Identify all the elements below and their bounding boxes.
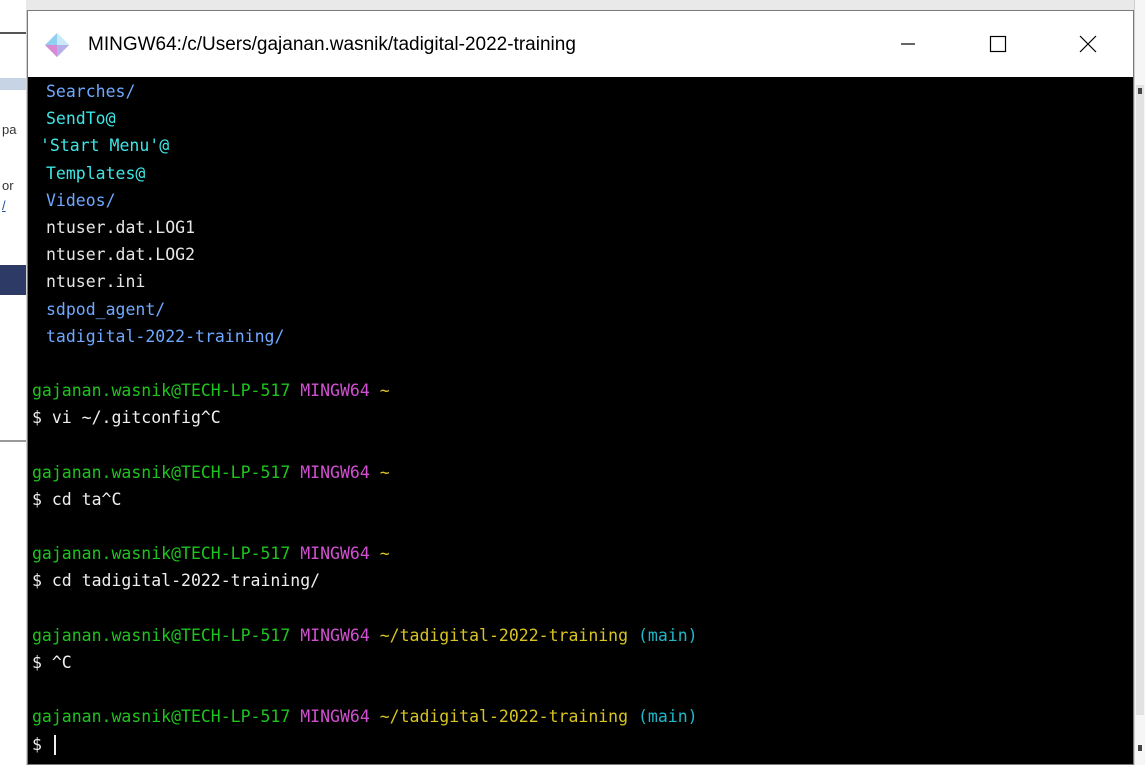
- listing-entry: ntuser.dat.LOG1: [32, 214, 1133, 241]
- text-cursor: [53, 735, 56, 755]
- background-window-left: pa or /: [0, 0, 27, 765]
- prompt-path: ~: [379, 381, 390, 401]
- prompt-line: gajanan.wasnik@TECH-LP-517 MINGW64 ~: [32, 459, 1133, 486]
- listing-entry: ntuser.ini: [32, 268, 1133, 295]
- listing-entry-name: Videos/: [46, 190, 116, 210]
- prompt-path: ~/tadigital-2022-training: [379, 625, 629, 645]
- listing-entry: Searches/: [32, 78, 1133, 105]
- background-scrollbar: [1136, 85, 1144, 715]
- prompt-user: gajanan.wasnik@TECH-LP-517: [32, 707, 291, 727]
- prompt-env: MINGW64: [300, 707, 370, 727]
- minimize-button[interactable]: [863, 11, 953, 77]
- window-title: MINGW64:/c/Users/gajanan.wasnik/tadigita…: [88, 34, 576, 55]
- prompt-path: ~/tadigital-2022-training: [379, 707, 629, 727]
- listing-entry: Templates@: [32, 160, 1133, 187]
- prompt-user: gajanan.wasnik@TECH-LP-517: [32, 462, 291, 482]
- prompt-path: ~: [379, 462, 390, 482]
- prompt-line: gajanan.wasnik@TECH-LP-517 MINGW64 ~: [32, 540, 1133, 567]
- background-scroll-arrow: [1138, 88, 1142, 94]
- prompt-user: gajanan.wasnik@TECH-LP-517: [32, 544, 291, 564]
- prompt-line: gajanan.wasnik@TECH-LP-517 MINGW64 ~: [32, 377, 1133, 404]
- listing-entry-name: ntuser.dat.LOG1: [46, 217, 196, 237]
- listing-entry-name: Searches/: [46, 82, 136, 101]
- listing-entry-name: sdpod_agent/: [46, 299, 166, 319]
- command-line: $ ^C: [32, 652, 72, 672]
- active-input-line[interactable]: $: [32, 731, 1133, 758]
- listing-entry: 'Start Menu'@: [32, 132, 1133, 159]
- background-selected-row: [0, 265, 26, 295]
- close-button[interactable]: [1043, 11, 1133, 77]
- prompt-branch: (main): [638, 707, 698, 727]
- listing-entry: SendTo@: [32, 105, 1133, 132]
- close-icon: [1079, 35, 1097, 53]
- listing-entry: ntuser.dat.LOG2: [32, 241, 1133, 268]
- prompt-user: gajanan.wasnik@TECH-LP-517: [32, 381, 291, 401]
- prompt-env: MINGW64: [300, 625, 370, 645]
- prompt-line: gajanan.wasnik@TECH-LP-517 MINGW64 ~/tad…: [32, 703, 1133, 730]
- command-line: $ vi ~/.gitconfig^C: [32, 408, 221, 428]
- background-text-fragment: or: [2, 178, 14, 193]
- prompt-env: MINGW64: [300, 462, 370, 482]
- listing-entry-name: ntuser.ini: [46, 272, 146, 292]
- prompt-user: gajanan.wasnik@TECH-LP-517: [32, 625, 291, 645]
- git-bash-diamond-icon: [44, 32, 70, 58]
- prompt-branch: (main): [638, 625, 698, 645]
- title-bar[interactable]: MINGW64:/c/Users/gajanan.wasnik/tadigita…: [28, 11, 1133, 77]
- prompt-path: ~: [379, 544, 390, 564]
- listing-entry: tadigital-2022-training/: [32, 323, 1133, 350]
- maximize-icon: [989, 35, 1007, 53]
- background-link-fragment: /: [2, 198, 6, 213]
- background-divider: [0, 440, 26, 442]
- background-divider: [0, 32, 26, 34]
- background-text-fragment: pa: [2, 122, 17, 137]
- maximize-button[interactable]: [953, 11, 1043, 77]
- prompt-env: MINGW64: [300, 544, 370, 564]
- minimize-icon: [900, 36, 916, 52]
- listing-entry-name: tadigital-2022-training/: [46, 326, 285, 346]
- listing-entry-name: Templates@: [46, 163, 146, 183]
- command-prompt: $: [32, 734, 52, 754]
- command-line: $ cd ta^C: [32, 489, 122, 509]
- terminal-window: MINGW64:/c/Users/gajanan.wasnik/tadigita…: [27, 10, 1134, 765]
- listing-entry-name: SendTo@: [46, 109, 116, 129]
- listing-entry-name: ntuser.dat.LOG2: [46, 245, 196, 265]
- prompt-line: gajanan.wasnik@TECH-LP-517 MINGW64 ~/tad…: [32, 622, 1133, 649]
- prompt-env: MINGW64: [300, 381, 370, 401]
- background-window-top: [26, 0, 1135, 10]
- listing-entry-name: 'Start Menu'@: [40, 136, 170, 156]
- terminal-output[interactable]: Searches/ SendTo@ 'Start Menu'@ Template…: [28, 77, 1133, 764]
- background-highlight: [0, 78, 26, 90]
- listing-entry: sdpod_agent/: [32, 296, 1133, 323]
- listing-entry: Videos/: [32, 187, 1133, 214]
- command-line: $ cd tadigital-2022-training/: [32, 571, 321, 591]
- background-scroll-arrow: [1138, 745, 1142, 751]
- background-window-right: [1134, 0, 1145, 765]
